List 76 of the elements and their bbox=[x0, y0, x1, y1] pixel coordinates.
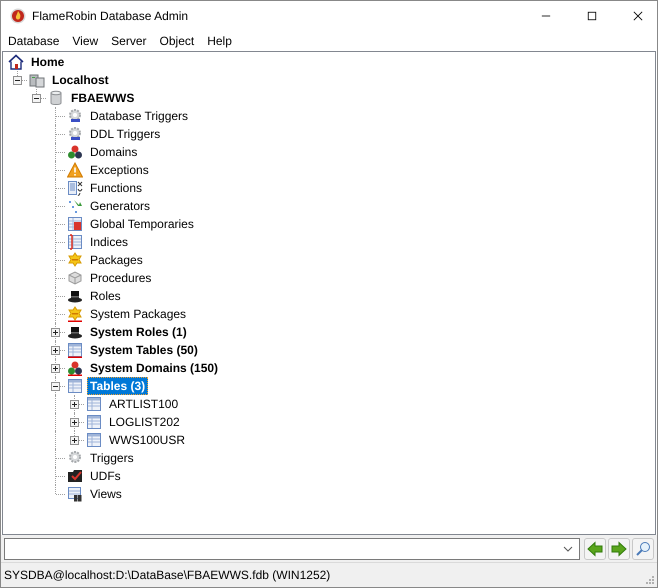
caret-icon bbox=[563, 546, 573, 552]
expand-button[interactable] bbox=[70, 418, 79, 427]
tree-item[interactable]: Triggers bbox=[87, 449, 137, 467]
tree-item[interactable]: Exceptions bbox=[87, 161, 152, 179]
menu-item[interactable]: Object bbox=[160, 34, 194, 48]
tree-item[interactable]: Views bbox=[87, 485, 125, 503]
server-icon bbox=[29, 72, 45, 88]
right-arrow-icon bbox=[611, 540, 627, 556]
expand-button[interactable] bbox=[70, 436, 79, 445]
tree-item[interactable]: ARTLIST100 bbox=[106, 395, 182, 413]
forward-button[interactable] bbox=[608, 538, 630, 560]
collapse-button[interactable] bbox=[51, 382, 60, 391]
tree-item[interactable]: Generators bbox=[87, 197, 154, 215]
tree-item[interactable]: Packages bbox=[87, 251, 146, 269]
tree-item[interactable]: Database Triggers bbox=[87, 107, 192, 125]
tree-item[interactable]: Tables (3) bbox=[87, 377, 148, 395]
resize-grip-icon[interactable] bbox=[645, 575, 655, 585]
tree-item[interactable]: Global Temporaries bbox=[87, 215, 197, 233]
table-icon bbox=[86, 396, 102, 412]
package-icon bbox=[67, 252, 83, 268]
tree-item[interactable]: System Packages bbox=[87, 305, 190, 323]
menu-item[interactable]: Database bbox=[8, 34, 60, 48]
tree-item[interactable]: Functions bbox=[87, 179, 146, 197]
expand-button[interactable] bbox=[51, 328, 60, 337]
search-icon bbox=[635, 540, 651, 556]
sequence-icon bbox=[67, 198, 83, 214]
gear-icon bbox=[67, 450, 83, 466]
folder-check-icon bbox=[67, 468, 83, 484]
database-icon bbox=[48, 90, 64, 106]
table-icon bbox=[86, 432, 102, 448]
back-button[interactable] bbox=[584, 538, 606, 560]
expand-button[interactable] bbox=[70, 400, 79, 409]
menu-item[interactable]: Help bbox=[207, 34, 232, 48]
warning-icon bbox=[67, 162, 83, 178]
collapse-button[interactable] bbox=[13, 76, 22, 85]
command-field[interactable] bbox=[4, 538, 580, 560]
tree-item[interactable]: Localhost bbox=[49, 71, 112, 89]
spheres-icon bbox=[67, 144, 83, 160]
tree-item[interactable]: Domains bbox=[87, 143, 140, 161]
tree-item[interactable]: UDFs bbox=[87, 467, 124, 485]
function-icon bbox=[67, 180, 83, 196]
grid-icon bbox=[67, 216, 83, 232]
menu-item[interactable]: Server bbox=[111, 34, 147, 48]
gear-icon bbox=[67, 108, 83, 124]
tree-item[interactable]: DDL Triggers bbox=[87, 125, 164, 143]
package-icon bbox=[67, 306, 83, 322]
menu-item[interactable]: View bbox=[72, 34, 98, 48]
table-icon bbox=[67, 378, 83, 394]
house-icon bbox=[8, 54, 24, 70]
window-title: FlameRobin Database Admin bbox=[32, 9, 188, 23]
tree-item[interactable]: Indices bbox=[87, 233, 132, 251]
top-hat-icon bbox=[67, 288, 83, 304]
tree-item[interactable]: System Tables (50) bbox=[87, 341, 201, 359]
tree-item[interactable]: LOGLIST202 bbox=[106, 413, 183, 431]
gear-icon bbox=[67, 126, 83, 142]
expand-button[interactable] bbox=[51, 346, 60, 355]
tree-item[interactable]: Procedures bbox=[87, 269, 154, 287]
expand-button[interactable] bbox=[51, 364, 60, 373]
binoculars-grid-icon bbox=[67, 486, 83, 502]
tree-item[interactable]: System Domains (150) bbox=[87, 359, 222, 377]
cube-icon bbox=[67, 270, 83, 286]
status-text: SYSDBA@localhost:D:\DataBase\FBAEWWS.fdb (WIN1252) bbox=[4, 568, 330, 582]
top-hat-icon bbox=[67, 324, 83, 340]
tree-item[interactable]: System Roles (1) bbox=[87, 323, 190, 341]
collapse-button[interactable] bbox=[32, 94, 41, 103]
left-arrow-icon bbox=[587, 540, 603, 556]
spheres-icon bbox=[67, 360, 83, 376]
tree-item[interactable]: WWS100USR bbox=[106, 431, 188, 449]
flame-logo-icon bbox=[10, 8, 26, 24]
table-icon bbox=[86, 414, 102, 430]
table-icon bbox=[67, 342, 83, 358]
search-button[interactable] bbox=[632, 538, 654, 560]
tree-item[interactable]: FBAEWWS bbox=[68, 89, 138, 107]
tree-item[interactable]: Home bbox=[28, 53, 68, 71]
tree-item[interactable]: Roles bbox=[87, 287, 124, 305]
index-icon bbox=[67, 234, 83, 250]
